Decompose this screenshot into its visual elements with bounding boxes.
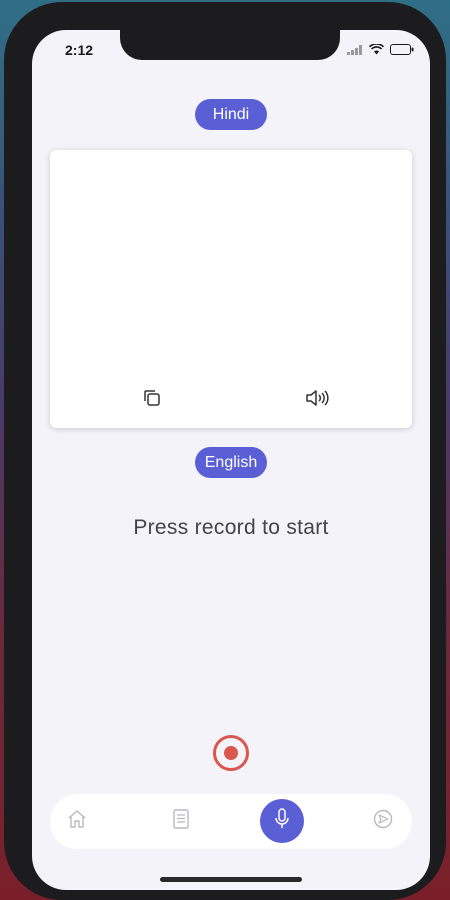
speaker-icon[interactable]: [305, 388, 329, 413]
status-time: 2:12: [65, 42, 94, 58]
tab-microphone[interactable]: [260, 799, 304, 843]
document-icon: [173, 809, 189, 834]
battery-icon: [390, 44, 414, 55]
source-language-button[interactable]: Hindi: [195, 99, 267, 130]
notch: [120, 30, 340, 60]
send-icon: [373, 809, 393, 834]
home-indicator[interactable]: [160, 877, 302, 882]
microphone-icon: [274, 807, 290, 835]
phone-frame: 2:12 Hindi English Press record to start: [4, 2, 446, 900]
target-language-button[interactable]: English: [195, 447, 267, 478]
app-screen: 2:12 Hindi English Press record to start: [32, 30, 430, 890]
translation-card: [50, 150, 412, 428]
record-prompt: Press record to start: [133, 516, 329, 539]
tab-document[interactable]: [168, 794, 194, 849]
record-button[interactable]: [213, 735, 249, 771]
copy-icon[interactable]: [142, 388, 162, 413]
tab-home[interactable]: [64, 794, 90, 849]
record-icon: [224, 746, 238, 760]
home-icon: [67, 809, 87, 834]
signal-icon: [347, 44, 363, 55]
tab-send[interactable]: [370, 794, 396, 849]
wifi-icon: [369, 44, 384, 55]
status-icons: [347, 44, 414, 55]
bottom-tab-bar: [50, 794, 412, 849]
